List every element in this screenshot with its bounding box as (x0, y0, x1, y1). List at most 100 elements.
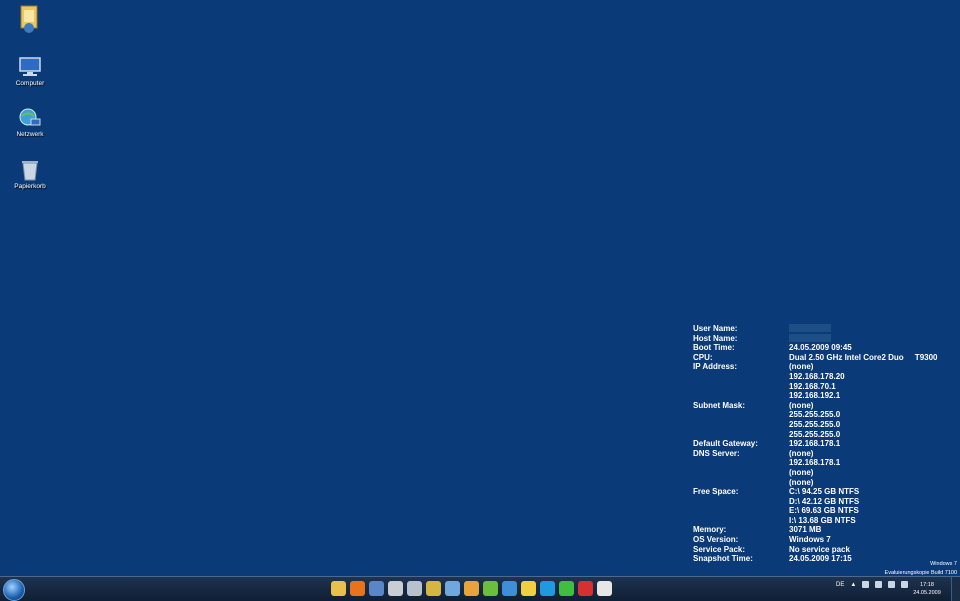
show-desktop-button[interactable] (951, 577, 960, 601)
ip-address-label: IP Address: (693, 362, 738, 372)
taskbar: DE ▲ 17:18 24.05.2009 (0, 576, 960, 601)
terminal-icon[interactable] (597, 581, 612, 596)
desktop-icon-computer[interactable]: Computer (10, 56, 50, 87)
dns-server-value: (none) (789, 477, 814, 487)
redacted-host-name (789, 333, 831, 342)
volume-icon[interactable] (901, 581, 909, 588)
free-space-label: Free Space: (693, 487, 739, 497)
subnet-mask-value: 255.255.255.0 (789, 429, 841, 439)
flower-icon[interactable] (559, 581, 574, 596)
watermark-os: Windows 7 (930, 561, 957, 567)
game-icon[interactable] (483, 581, 498, 596)
subnet-mask-value: 255.255.255.0 (789, 410, 841, 420)
ip-address-value: (none) (789, 362, 814, 372)
free-space-value: C:\ 94.25 GB NTFS (789, 487, 860, 497)
sysinfo-row-subnet: 255.255.255.0 (693, 430, 938, 440)
memory-label: Memory: (693, 525, 727, 535)
user-folder-icon (20, 5, 38, 33)
sysinfo-row-dns: (none) (693, 468, 938, 478)
desktop-icon-label: Papierkorb (14, 183, 46, 190)
os-version-label: OS Version: (693, 535, 739, 545)
user-name-label: User Name: (693, 324, 738, 333)
service-pack-label: Service Pack: (693, 544, 746, 554)
app-icon[interactable] (502, 581, 517, 596)
archive-icon[interactable] (426, 581, 441, 596)
clock-time: 17:18 (920, 582, 934, 588)
sysinfo-row-subnet: Subnet Mask: (none) (693, 401, 938, 411)
dns-server-label: DNS Server: (693, 448, 740, 458)
ip-address-value: 192.168.178.20 (789, 371, 845, 381)
network-monitor-icon[interactable] (369, 581, 384, 596)
sysinfo-row-user-name: User Name: (693, 324, 938, 334)
tool-icon[interactable] (388, 581, 403, 596)
sysinfo-row-dns: DNS Server: (none) (693, 449, 938, 459)
sysinfo-row-cpu: CPU: Dual 2.50 GHz Intel Core2 Duo T9300 (693, 353, 938, 363)
dns-server-value: (none) (789, 467, 814, 477)
tray-expand-icon[interactable]: ▲ (850, 582, 856, 588)
sysinfo-row-host-name: Host Name: (693, 333, 938, 344)
messenger-icon[interactable] (521, 581, 536, 596)
recycle-bin-icon (22, 161, 38, 181)
sysinfo-row-subnet: 255.255.255.0 (693, 410, 938, 420)
default-gateway-value: 192.168.178.1 (789, 439, 841, 449)
host-name-label: Host Name: (693, 333, 738, 343)
ip-address-value: 192.168.70.1 (789, 381, 836, 391)
explorer-icon[interactable] (331, 581, 346, 596)
cpu-value: Dual 2.50 GHz Intel Core2 Duo T9300 (789, 352, 938, 362)
subnet-mask-value: (none) (789, 400, 814, 410)
cpu-label: CPU: (693, 352, 713, 362)
power-icon[interactable] (875, 581, 883, 588)
poker-icon[interactable] (578, 581, 593, 596)
action-center-icon[interactable] (862, 581, 870, 588)
sysinfo-row-boot-time: Boot Time: 24.05.2009 09:45 (693, 343, 938, 353)
sysinfo-row-dns: (none) (693, 478, 938, 488)
sysinfo-row-ip: IP Address: (none) (693, 362, 938, 372)
network-tray-icon[interactable] (888, 581, 896, 588)
system-tray: DE ▲ (836, 581, 909, 588)
clock[interactable]: 17:18 24.05.2009 (912, 581, 942, 597)
system-info-overlay: User Name: Host Name: Boot Time: 24.05.2… (693, 324, 938, 564)
boot-time-label: Boot Time: (693, 343, 735, 353)
free-space-value: I:\ 13.68 GB NTFS (789, 515, 856, 525)
os-version-value: Windows 7 (789, 535, 831, 545)
redacted-user-name (789, 324, 831, 332)
computer-icon (19, 57, 41, 76)
free-space-value: E:\ 69.63 GB NTFS (789, 506, 859, 516)
desktop-icon-network[interactable]: Netzwerk (10, 107, 50, 138)
firefox-icon[interactable] (350, 581, 365, 596)
sysinfo-row-service-pack: Service Pack: No service pack (693, 545, 938, 555)
sysinfo-row-gateway: Default Gateway: 192.168.178.1 (693, 439, 938, 449)
ip-address-value: 192.168.192.1 (789, 391, 841, 401)
service-pack-value: No service pack (789, 544, 850, 554)
satellite-icon[interactable] (407, 581, 422, 596)
plane-icon[interactable] (445, 581, 460, 596)
pinned-apps (331, 581, 612, 596)
sysinfo-row-free-space: I:\ 13.68 GB NTFS (693, 516, 938, 526)
desktop-icon-label: Computer (15, 80, 45, 87)
network-icon (19, 108, 41, 126)
clock-date: 24.05.2009 (913, 590, 941, 596)
start-button[interactable] (3, 579, 25, 601)
language-indicator[interactable]: DE (836, 582, 844, 588)
sysinfo-row-dns: 192.168.178.1 (693, 458, 938, 468)
desktop-icon-user-folder[interactable] (10, 4, 50, 36)
snapshot-time-value: 24.05.2009 17:15 (789, 554, 852, 564)
sysinfo-row-ip: 192.168.70.1 (693, 382, 938, 392)
snapshot-time-label: Snapshot Time: (693, 554, 753, 564)
sysinfo-row-os: OS Version: Windows 7 (693, 535, 938, 545)
sysinfo-row-memory: Memory: 3071 MB (693, 525, 938, 535)
subnet-mask-value: 255.255.255.0 (789, 419, 841, 429)
sysinfo-row-free-space: D:\ 42.12 GB NTFS (693, 497, 938, 507)
desktop-icon-label: Netzwerk (16, 131, 44, 138)
memory-value: 3071 MB (789, 525, 822, 535)
sysinfo-row-subnet: 255.255.255.0 (693, 420, 938, 430)
desktop-icon-recycle-bin[interactable]: Papierkorb (10, 159, 50, 190)
dns-server-value: 192.168.178.1 (789, 458, 841, 468)
sysinfo-row-ip: 192.168.178.20 (693, 372, 938, 382)
sysinfo-row-ip: 192.168.192.1 (693, 391, 938, 401)
default-gateway-label: Default Gateway: (693, 439, 758, 449)
media-player-icon[interactable] (464, 581, 479, 596)
sysinfo-row-free-space: E:\ 69.63 GB NTFS (693, 506, 938, 516)
sysinfo-row-free-space: Free Space: C:\ 94.25 GB NTFS (693, 487, 938, 497)
skype-icon[interactable] (540, 581, 555, 596)
